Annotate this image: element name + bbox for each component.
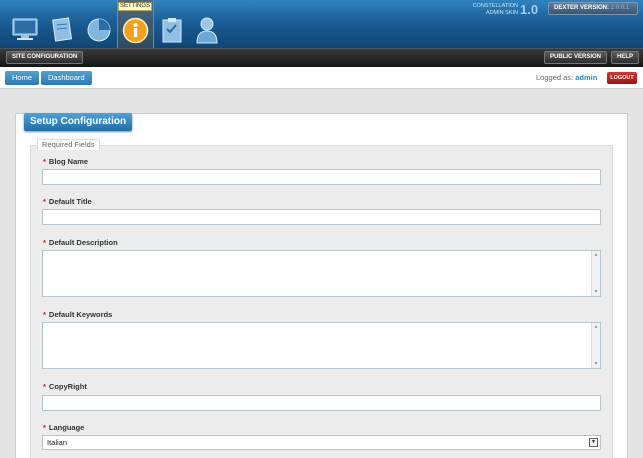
language-select[interactable]: Italian ▼ [42, 435, 601, 450]
scrollbar[interactable]: ▲ ▼ [591, 323, 600, 368]
dexter-version-badge: DEXTER VERSION: 2.0.0.1 [548, 2, 638, 15]
site-configuration-button[interactable]: SITE CONFIGURATION [6, 51, 84, 64]
default-keywords-label: * Default Keywords [43, 310, 113, 319]
chevron-down-icon[interactable]: ▼ [589, 438, 598, 447]
settings-tooltip: SETTINGS [118, 2, 152, 11]
blog-name-label: * Blog Name [43, 157, 89, 166]
username: admin [575, 73, 598, 82]
copyright-input[interactable] [42, 395, 601, 411]
user-icon[interactable] [195, 16, 219, 44]
fieldset-legend: Required Fields [37, 139, 100, 150]
scroll-up-icon[interactable]: ▲ [592, 252, 600, 258]
scrollbar[interactable]: ▲ ▼ [591, 251, 600, 296]
blog-name-input[interactable] [42, 169, 601, 185]
monitor-icon[interactable] [11, 16, 39, 42]
language-select-value: Italian [47, 438, 68, 447]
notepad-icon[interactable] [51, 17, 73, 43]
skin-version: 1.0 [520, 2, 539, 17]
language-label: * Language [43, 423, 85, 432]
default-title-input[interactable] [42, 209, 601, 225]
clipboard-icon[interactable] [160, 16, 184, 44]
page-title: Setup Configuration [24, 113, 133, 131]
dexter-version-number: 2.0.0.1 [610, 5, 630, 11]
info-icon[interactable] [122, 17, 149, 44]
copyright-label: * CopyRight [43, 382, 87, 391]
breadcrumb-dashboard[interactable]: Dashboard [41, 71, 92, 85]
public-version-button[interactable]: PUBLIC VERSION [544, 51, 608, 64]
scroll-up-icon[interactable]: ▲ [592, 324, 600, 330]
default-keywords-textarea[interactable]: ▲ ▼ [42, 322, 601, 369]
help-button[interactable]: HELP [611, 51, 640, 64]
logged-as-text: Logged as: admin [536, 73, 598, 82]
scroll-down-icon[interactable]: ▼ [592, 361, 600, 367]
pie-chart-icon[interactable] [86, 17, 112, 43]
required-fieldset [30, 145, 613, 458]
logout-button[interactable]: LOGOUT [607, 72, 637, 84]
scroll-down-icon[interactable]: ▼ [592, 289, 600, 295]
default-description-label: * Default Description [43, 238, 118, 247]
breadcrumb-home[interactable]: Home [5, 71, 40, 85]
skin-name: CONSTELLATION ADMIN SKIN [472, 3, 518, 16]
default-title-label: * Default Title [43, 197, 92, 206]
default-description-textarea[interactable]: ▲ ▼ [42, 250, 601, 297]
